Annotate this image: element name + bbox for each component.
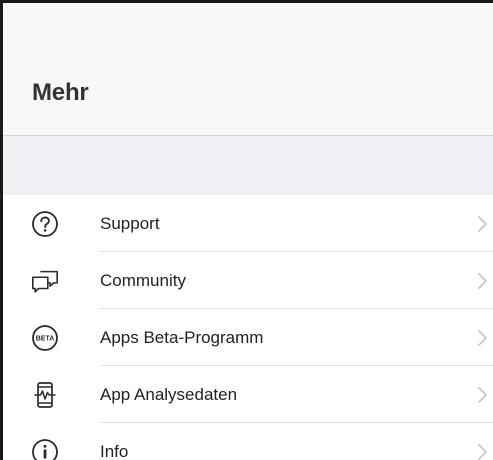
menu-item-support[interactable]: Support <box>3 195 493 252</box>
device-analytics-icon <box>30 380 60 410</box>
chat-bubbles-icon <box>30 266 60 296</box>
chevron-right-icon <box>478 215 487 232</box>
question-circle-icon <box>30 209 60 239</box>
menu-item-label: App Analysedaten <box>100 384 238 404</box>
chevron-right-icon <box>478 443 487 460</box>
menu-item-analytics[interactable]: App Analysedaten <box>3 366 493 423</box>
beta-badge-text: BETA <box>36 335 55 342</box>
more-screen: Mehr Support Community BETA Apps Beta-Pr… <box>0 0 493 460</box>
page-title: Mehr <box>32 79 89 106</box>
menu-item-beta-program[interactable]: BETA Apps Beta-Programm <box>3 309 493 366</box>
menu-item-info[interactable]: Info <box>3 423 493 460</box>
chevron-right-icon <box>478 386 487 403</box>
menu-list: Support Community BETA Apps Beta-Program… <box>3 195 493 460</box>
beta-badge-icon: BETA <box>30 323 60 353</box>
info-circle-icon <box>30 437 60 460</box>
menu-item-label: Info <box>100 441 129 460</box>
menu-item-community[interactable]: Community <box>3 252 493 309</box>
menu-item-label: Community <box>100 270 186 290</box>
chevron-right-icon <box>478 329 487 346</box>
chevron-right-icon <box>478 272 487 289</box>
section-spacer <box>3 136 493 195</box>
nav-header: Mehr <box>3 3 493 136</box>
menu-item-label: Apps Beta-Programm <box>100 327 264 347</box>
menu-item-label: Support <box>100 213 160 233</box>
